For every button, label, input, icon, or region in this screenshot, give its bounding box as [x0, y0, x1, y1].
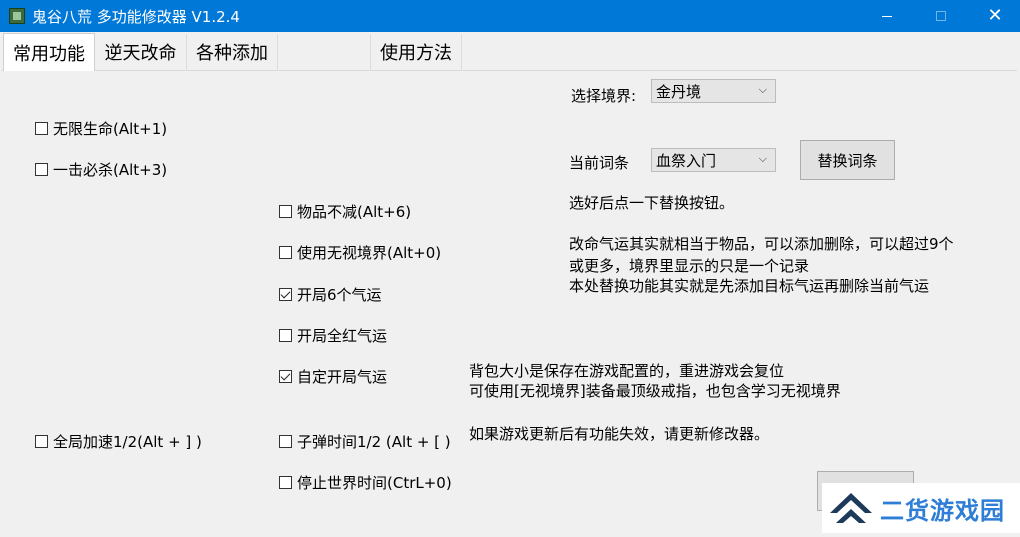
close-button[interactable]: ✕: [972, 0, 1018, 32]
realm-selected-value: 金丹境: [656, 82, 702, 101]
title-bar: 鬼谷八荒 多功能修改器 V1.2.4 ✕: [0, 0, 1020, 32]
tab-change-fate[interactable]: 逆天改命: [95, 34, 187, 70]
bag-note-line1: 背包大小是保存在游戏配置的，重进游戏会复位: [469, 362, 785, 380]
maximize-icon: [936, 11, 946, 21]
replace-trait-button[interactable]: 替换词条: [800, 140, 895, 180]
app-icon: [9, 8, 25, 24]
checkbox-label: 一击必杀(Alt+3): [53, 161, 168, 179]
replace-hint-text: 选好后点一下替换按钮。: [569, 194, 735, 212]
tab-blank[interactable]: [278, 34, 371, 70]
global-speed-checkbox[interactable]: 全局加速1/2(Alt + ] ): [35, 431, 202, 452]
checkbox-label: 自定开局气运: [297, 368, 388, 386]
chevron-down-icon: ⌵: [758, 152, 767, 165]
tab-label: 逆天改命: [104, 43, 177, 64]
bullet-time-checkbox[interactable]: 子弹时间1/2 (Alt + [ ): [279, 431, 451, 452]
checkbox-label: 开局全红气运: [297, 327, 388, 345]
window-title: 鬼谷八荒 多功能修改器 V1.2.4: [32, 8, 240, 26]
checkbox-label: 停止世界时间(CtrL+0): [297, 474, 452, 492]
checkbox-box: [279, 329, 292, 342]
fortune-note-line2: 或更多，境界里显示的只是一个记录: [569, 257, 810, 275]
watermark: 二货游戏园: [822, 483, 1020, 533]
checkbox-box: [279, 288, 292, 301]
one-hit-kill-checkbox[interactable]: 一击必杀(Alt+3): [35, 159, 167, 180]
tab-add-items[interactable]: 各种添加: [187, 34, 278, 70]
tab-label: 各种添加: [196, 43, 268, 64]
checkbox-box: [279, 435, 292, 448]
tab-common-functions[interactable]: 常用功能: [3, 33, 95, 71]
all-red-fortunes-checkbox[interactable]: 开局全红气运: [279, 325, 387, 346]
realm-dropdown[interactable]: 金丹境 ⌵: [651, 79, 776, 103]
minimize-button[interactable]: [864, 0, 910, 32]
tab-usage[interactable]: 使用方法: [371, 34, 462, 70]
checkbox-box: [279, 246, 292, 259]
bag-note-line2: 可使用[无视境界]装备最顶级戒指，也包含学习无视境界: [469, 382, 841, 400]
custom-fortunes-checkbox[interactable]: 自定开局气运: [279, 366, 387, 387]
update-hint-text: 如果游戏更新后有功能失效，请更新修改器。: [469, 425, 770, 443]
checkbox-box: [279, 476, 292, 489]
realm-label: 选择境界:: [571, 87, 637, 105]
checkbox-label: 全局加速1/2(Alt + ] ): [53, 433, 202, 451]
maximize-button[interactable]: [918, 0, 964, 32]
stop-world-time-checkbox[interactable]: 停止世界时间(CtrL+0): [279, 472, 452, 493]
checkbox-box: [279, 370, 292, 383]
close-icon: ✕: [987, 5, 1003, 26]
trait-selected-value: 血祭入门: [656, 151, 717, 170]
tab-label: 常用功能: [13, 43, 85, 65]
checkbox-label: 子弹时间1/2 (Alt + [ ): [297, 433, 451, 451]
checkbox-box: [35, 163, 48, 176]
watermark-text: 二货游戏园: [880, 496, 1005, 525]
checkbox-label: 使用无视境界(Alt+0): [297, 244, 442, 262]
tab-label: 使用方法: [380, 43, 452, 64]
fortune-note-line3: 本处替换功能其实就是先添加目标气运再删除当前气运: [569, 277, 930, 295]
infinite-life-checkbox[interactable]: 无限生命(Alt+1): [35, 118, 167, 139]
checkbox-label: 开局6个气运: [297, 286, 382, 304]
six-fortunes-checkbox[interactable]: 开局6个气运: [279, 284, 382, 305]
trait-dropdown[interactable]: 血祭入门 ⌵: [651, 148, 776, 172]
checkbox-box: [35, 122, 48, 135]
chevron-down-icon: ⌵: [758, 83, 767, 96]
ignore-realm-checkbox[interactable]: 使用无视境界(Alt+0): [279, 242, 441, 263]
checkbox-box: [279, 205, 292, 218]
watermark-logo-icon: [822, 483, 880, 533]
items-no-decrease-checkbox[interactable]: 物品不减(Alt+6): [279, 201, 411, 222]
trait-label: 当前词条: [569, 154, 630, 172]
checkbox-box: [35, 435, 48, 448]
checkbox-label: 物品不减(Alt+6): [297, 203, 412, 221]
fortune-note-line1: 改命气运其实就相当于物品，可以添加删除，可以超过9个: [569, 235, 954, 253]
minimize-icon: [882, 15, 892, 17]
checkbox-label: 无限生命(Alt+1): [53, 120, 168, 138]
replace-trait-button-label: 替换词条: [817, 151, 878, 170]
